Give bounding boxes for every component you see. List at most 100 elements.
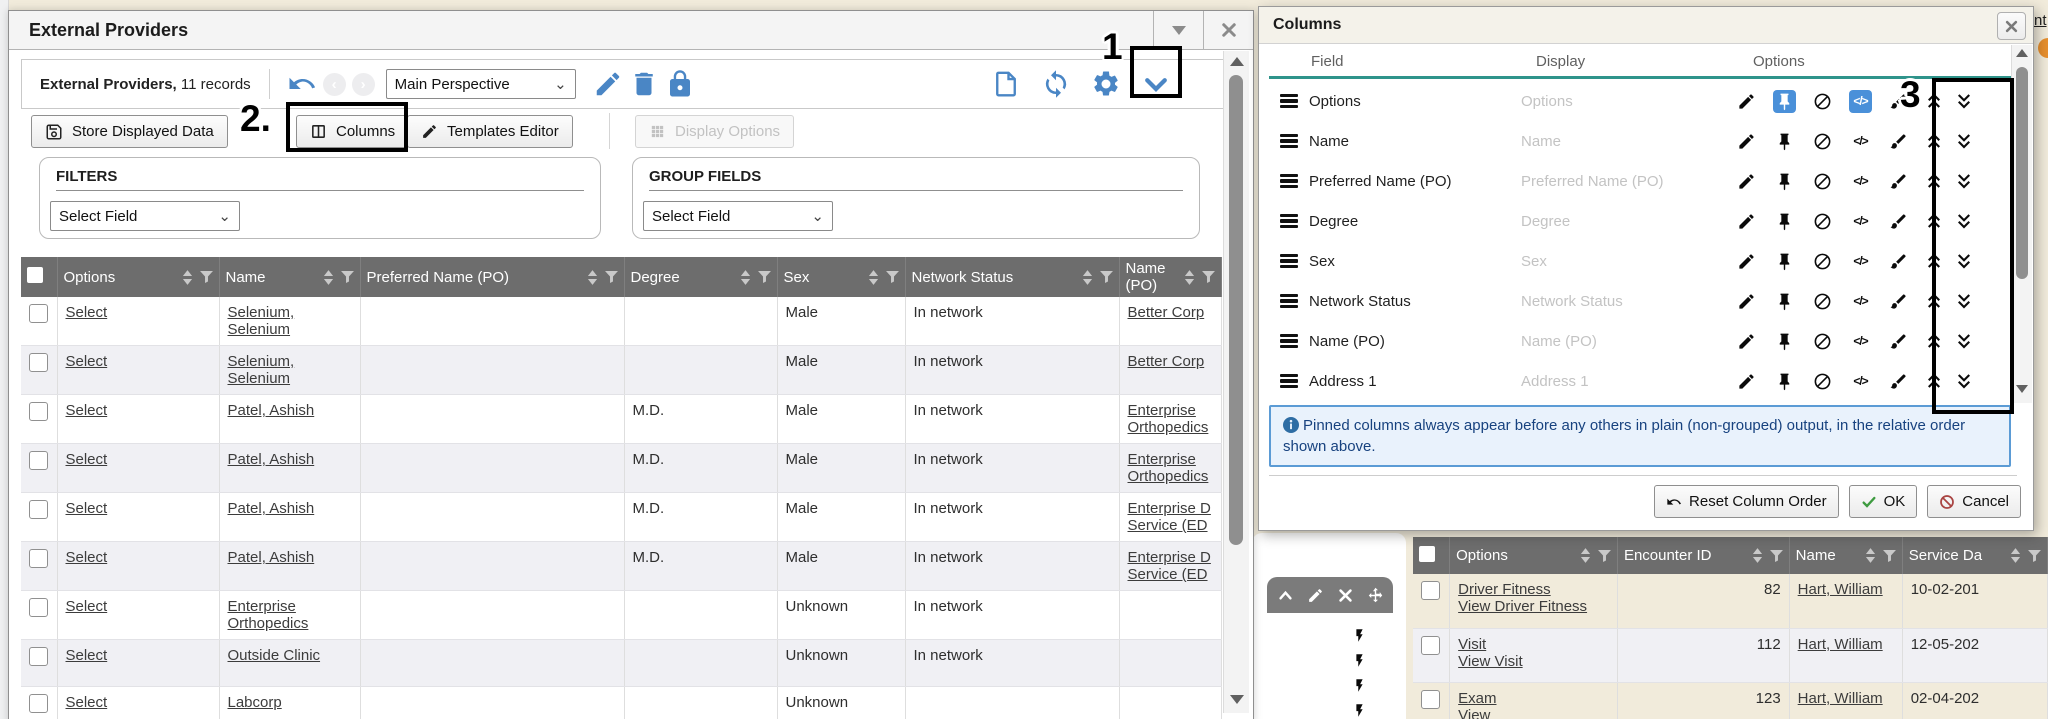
hide-icon[interactable] <box>1811 210 1834 233</box>
move-bottom-icon[interactable] <box>1952 90 1975 113</box>
row-checkbox[interactable] <box>1421 581 1440 600</box>
select-all-header[interactable] <box>1413 537 1450 574</box>
hide-icon[interactable] <box>1811 170 1834 193</box>
reset-column-order-button[interactable]: Reset Column Order <box>1654 485 1839 518</box>
organization-link[interactable]: Enterprise Orthopedics <box>1128 402 1209 436</box>
row-checkbox[interactable] <box>29 304 48 323</box>
filter-funnel-icon[interactable] <box>886 271 899 283</box>
window-menu-button[interactable] <box>1153 11 1203 49</box>
select-link[interactable]: Select <box>66 549 108 566</box>
lock-icon[interactable] <box>665 69 695 99</box>
filter-field-select[interactable]: Select Field⌄ <box>50 201 240 231</box>
dialog-scrollbar[interactable] <box>2011 45 2032 403</box>
sort-icon[interactable] <box>740 270 751 285</box>
select-link[interactable]: Select <box>66 304 108 321</box>
encounter-action-link[interactable]: View <box>1458 707 1490 719</box>
pin-icon[interactable] <box>1773 250 1796 273</box>
pin-icon[interactable] <box>1773 170 1796 193</box>
drag-handle-icon[interactable] <box>1280 371 1298 391</box>
select-link[interactable]: Select <box>66 451 108 468</box>
select-link[interactable]: Select <box>66 647 108 664</box>
ok-button[interactable]: OK <box>1849 485 1918 518</box>
sort-icon[interactable] <box>587 270 598 285</box>
move-top-icon[interactable] <box>1922 210 1945 233</box>
window-scrollbar[interactable] <box>1223 51 1249 713</box>
scrollbar-thumb[interactable] <box>2016 67 2028 279</box>
sort-icon[interactable] <box>868 270 879 285</box>
move-top-icon[interactable] <box>1922 90 1945 113</box>
pin-icon[interactable] <box>1773 210 1796 233</box>
move-bottom-icon[interactable] <box>1952 210 1975 233</box>
row-checkbox[interactable] <box>29 694 48 713</box>
edit-icon[interactable] <box>1307 587 1324 604</box>
edit-icon[interactable] <box>1735 290 1758 313</box>
filter-funnel-icon[interactable] <box>758 271 771 283</box>
move-top-icon[interactable] <box>1922 290 1945 313</box>
edit-icon[interactable] <box>1735 130 1758 153</box>
encounter-action-link[interactable]: View Driver Fitness <box>1458 598 1587 615</box>
group-field-select[interactable]: Select Field⌄ <box>643 201 833 231</box>
organization-link[interactable]: Enterprise Orthopedics <box>1128 451 1209 485</box>
collapse-chevron-icon[interactable] <box>1141 69 1171 99</box>
row-checkbox[interactable] <box>29 647 48 666</box>
filter-funnel-icon[interactable] <box>341 271 354 283</box>
select-link[interactable]: Select <box>66 694 108 711</box>
provider-name-link[interactable]: Patel, Ashish <box>228 500 315 517</box>
edit-icon[interactable] <box>1735 370 1758 393</box>
row-checkbox[interactable] <box>29 353 48 372</box>
hide-icon[interactable] <box>1811 290 1834 313</box>
drag-handle-icon[interactable] <box>1280 251 1298 271</box>
scroll-down-icon[interactable] <box>2012 385 2032 393</box>
row-checkbox[interactable] <box>29 451 48 470</box>
scroll-down-icon[interactable] <box>1224 695 1249 704</box>
move-top-icon[interactable] <box>1922 370 1945 393</box>
sort-icon[interactable] <box>1865 548 1876 563</box>
row-checkbox[interactable] <box>1421 690 1440 709</box>
nav-back-icon[interactable]: ‹ <box>323 73 346 96</box>
style-brush-icon[interactable] <box>1887 250 1910 273</box>
organization-link[interactable]: Better Corp <box>1128 353 1205 370</box>
undo-icon[interactable] <box>287 69 317 99</box>
patient-name-link[interactable]: Hart, William <box>1798 636 1883 653</box>
close-icon[interactable] <box>1337 587 1354 604</box>
templates-editor-button[interactable]: Templates Editor <box>407 115 573 148</box>
sort-icon[interactable] <box>1082 270 1093 285</box>
scroll-up-icon[interactable] <box>2012 49 2032 57</box>
provider-name-link[interactable]: Labcorp <box>228 694 282 711</box>
sort-icon[interactable] <box>1752 548 1763 563</box>
code-icon[interactable]: </> <box>1849 130 1872 153</box>
encounter-action-link[interactable]: Driver Fitness <box>1458 581 1551 598</box>
settings-gear-icon[interactable] <box>1091 69 1121 99</box>
select-link[interactable]: Select <box>66 353 108 370</box>
filter-funnel-icon[interactable] <box>1770 550 1783 562</box>
move-bottom-icon[interactable] <box>1952 130 1975 153</box>
drag-handle-icon[interactable] <box>1280 211 1298 231</box>
code-icon[interactable]: </> <box>1849 370 1872 393</box>
move-bottom-icon[interactable] <box>1952 250 1975 273</box>
provider-name-link[interactable]: Selenium, Selenium <box>228 304 295 338</box>
select-link[interactable]: Select <box>66 402 108 419</box>
row-checkbox[interactable] <box>29 549 48 568</box>
row-checkbox[interactable] <box>29 500 48 519</box>
move-icon[interactable] <box>1367 587 1384 604</box>
style-brush-icon[interactable] <box>1887 90 1910 113</box>
edit-icon[interactable] <box>1735 170 1758 193</box>
sort-icon[interactable] <box>2010 548 2021 563</box>
code-icon[interactable]: </> <box>1849 210 1872 233</box>
sort-icon[interactable] <box>1580 548 1591 563</box>
select-link[interactable]: Select <box>66 500 108 517</box>
display-options-button[interactable]: Display Options <box>635 115 794 148</box>
pin-icon[interactable] <box>1773 330 1796 353</box>
style-brush-icon[interactable] <box>1887 290 1910 313</box>
row-checkbox[interactable] <box>29 598 48 617</box>
filter-funnel-icon[interactable] <box>2028 550 2041 562</box>
provider-name-link[interactable]: Patel, Ashish <box>228 451 315 468</box>
collapse-icon[interactable] <box>1277 587 1294 604</box>
hide-icon[interactable] <box>1811 90 1834 113</box>
refresh-icon[interactable] <box>1041 69 1071 99</box>
edit-pencil-icon[interactable] <box>593 69 623 99</box>
style-brush-icon[interactable] <box>1887 330 1910 353</box>
header-checkbox[interactable] <box>1419 546 1435 562</box>
move-bottom-icon[interactable] <box>1952 290 1975 313</box>
columns-button[interactable]: Columns <box>296 115 409 148</box>
